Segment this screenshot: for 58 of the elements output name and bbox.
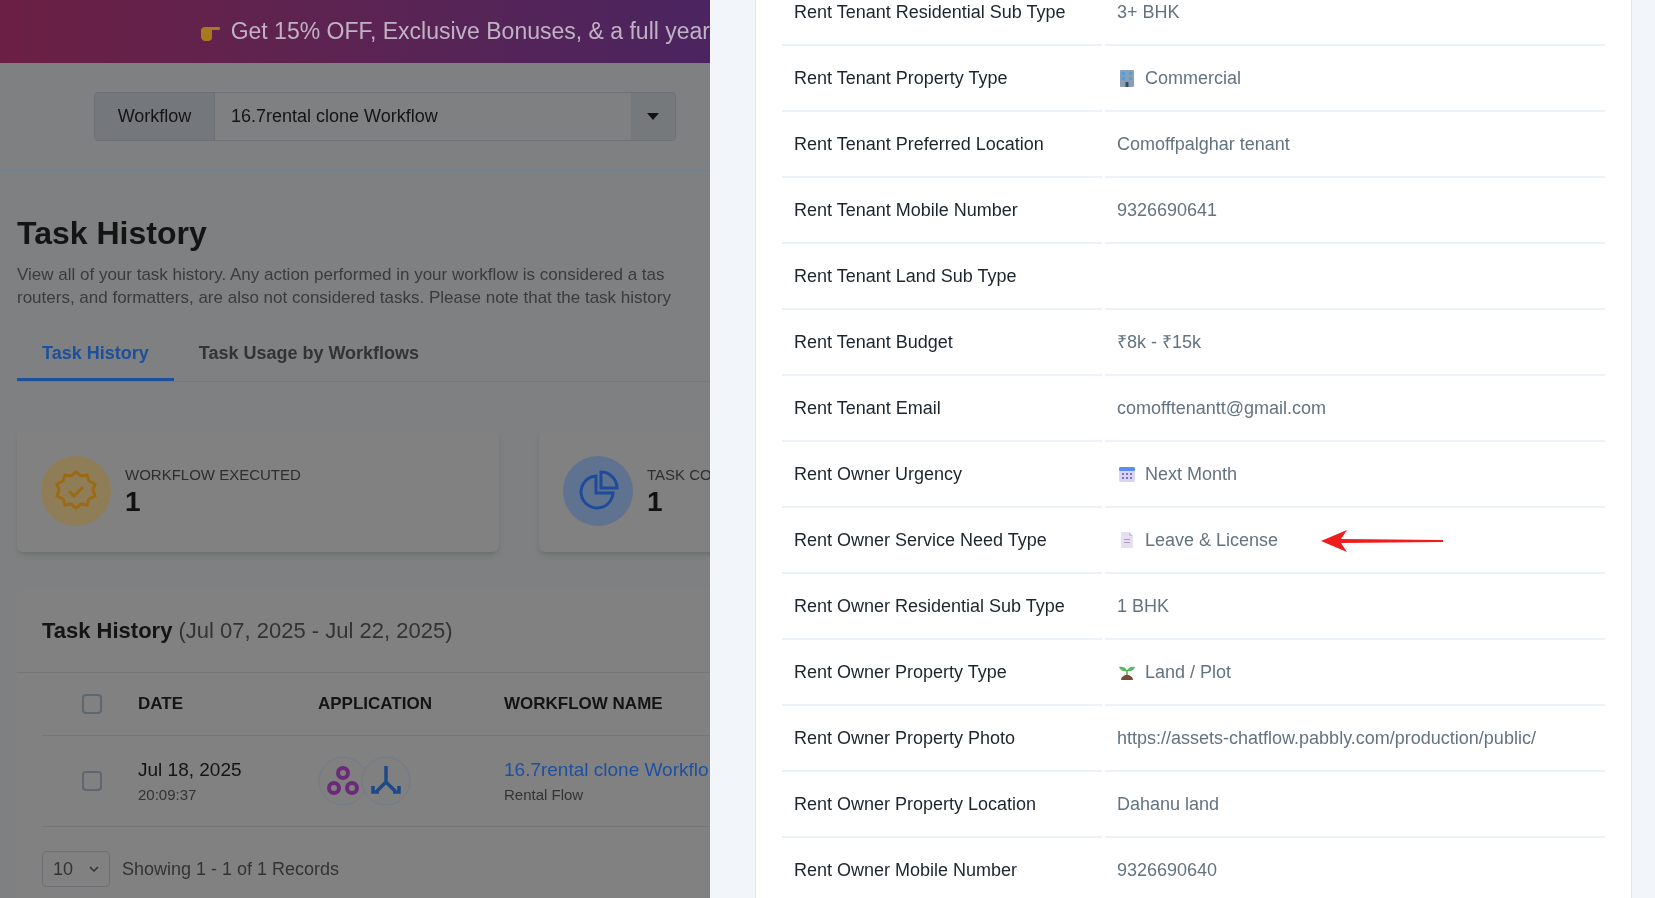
folder-name: Rental Flow — [504, 785, 585, 805]
field-label: Rent Owner Mobile Number — [794, 858, 1018, 882]
pie-chart-icon — [563, 456, 633, 526]
caret-icon — [647, 113, 659, 120]
field-value: Leave & License — [1145, 528, 1279, 552]
tab[interactable]: Task History — [17, 329, 174, 381]
column-header: APPLICATION — [318, 693, 433, 716]
chevron-icon — [89, 866, 99, 872]
page-size-select[interactable]: 10 — [42, 851, 110, 887]
field-value: comofftenantt@gmail.com — [1117, 396, 1327, 420]
field-value: Next Month — [1145, 462, 1238, 486]
field-value: ₹8k - ₹15k — [1117, 330, 1202, 354]
column-header: WORKFLOW NAME — [504, 693, 663, 716]
field-label: Rent Owner Property Location — [794, 792, 1037, 816]
table-title: Task History (Jul 07, 2025 - Jul 22, 2025) — [42, 617, 453, 645]
field-value: 9326690640 — [1117, 858, 1218, 882]
date-cell-text: Jul 18, 2025 — [138, 757, 243, 782]
field-value: Land / Plot — [1145, 660, 1232, 684]
stat-value: 1 — [125, 486, 142, 519]
checkbox[interactable] — [82, 771, 102, 791]
field-value: 3+ BHK — [1117, 0, 1180, 24]
field-label: Rent Owner Service Need Type — [794, 528, 1047, 552]
stat-label: WORKFLOW EXECUTED — [125, 464, 301, 485]
field-value: Commercial — [1145, 66, 1241, 90]
field-label: Rent Tenant Mobile Number — [794, 198, 1018, 222]
records-summary: Showing 1 - 1 of 1 Records — [122, 858, 340, 881]
promo-text: Get 15% OFF, Exclusive Bonuses, & a full year — [230, 17, 710, 47]
calendar-icon — [1117, 464, 1137, 484]
field-label: Rent Tenant Email — [794, 396, 941, 420]
badge-check-icon — [41, 456, 111, 526]
workflow-link[interactable]: 16.7rental clone Workflo — [504, 755, 709, 784]
split-arrows-icon[interactable] — [361, 756, 411, 806]
field-label: Rent Tenant Land Sub Type — [794, 264, 1017, 288]
page-title: Task History — [17, 214, 208, 253]
field-label: Rent Owner Property Type — [794, 660, 1007, 684]
select-label: Workflow — [95, 93, 215, 140]
checkbox[interactable] — [82, 694, 102, 714]
field-value: Dahanu land — [1117, 792, 1220, 816]
workflow-select[interactable]: Workflow 16.7rental clone Workflow — [94, 92, 676, 141]
field-label: Rent Tenant Residential Sub Type — [794, 0, 1066, 24]
field-value: https://assets-chatflow.pabbly.com/production/public/ — [1117, 726, 1536, 750]
page-description: View all of your task history. Any action performed in your workflow is considered a tas — [17, 264, 666, 286]
select-value: 16.7rental clone Workflow — [230, 105, 439, 128]
field-label: Rent Owner Property Photo — [794, 726, 1016, 750]
field-value: 9326690641 — [1117, 198, 1218, 222]
field-value: Comoffpalghar tenant — [1117, 132, 1290, 156]
building-icon — [1117, 68, 1137, 88]
field-label: Rent Owner Urgency — [794, 462, 963, 486]
field-value: 1 BHK — [1117, 594, 1170, 618]
column-header: DATE — [138, 693, 184, 716]
tab[interactable]: Task Usage by Workflows — [173, 329, 445, 381]
time-cell-text: 20:09:37 — [138, 785, 198, 805]
page-description: routers, and formatters, are also not considered tasks. Please note that the task history — [17, 287, 672, 309]
stat-value: 1 — [647, 486, 664, 519]
field-label: Rent Tenant Preferred Location — [794, 132, 1044, 156]
field-label: Rent Tenant Property Type — [794, 66, 1008, 90]
field-label: Rent Owner Residential Sub Type — [794, 594, 1065, 618]
field-label: Rent Tenant Budget — [794, 330, 953, 354]
